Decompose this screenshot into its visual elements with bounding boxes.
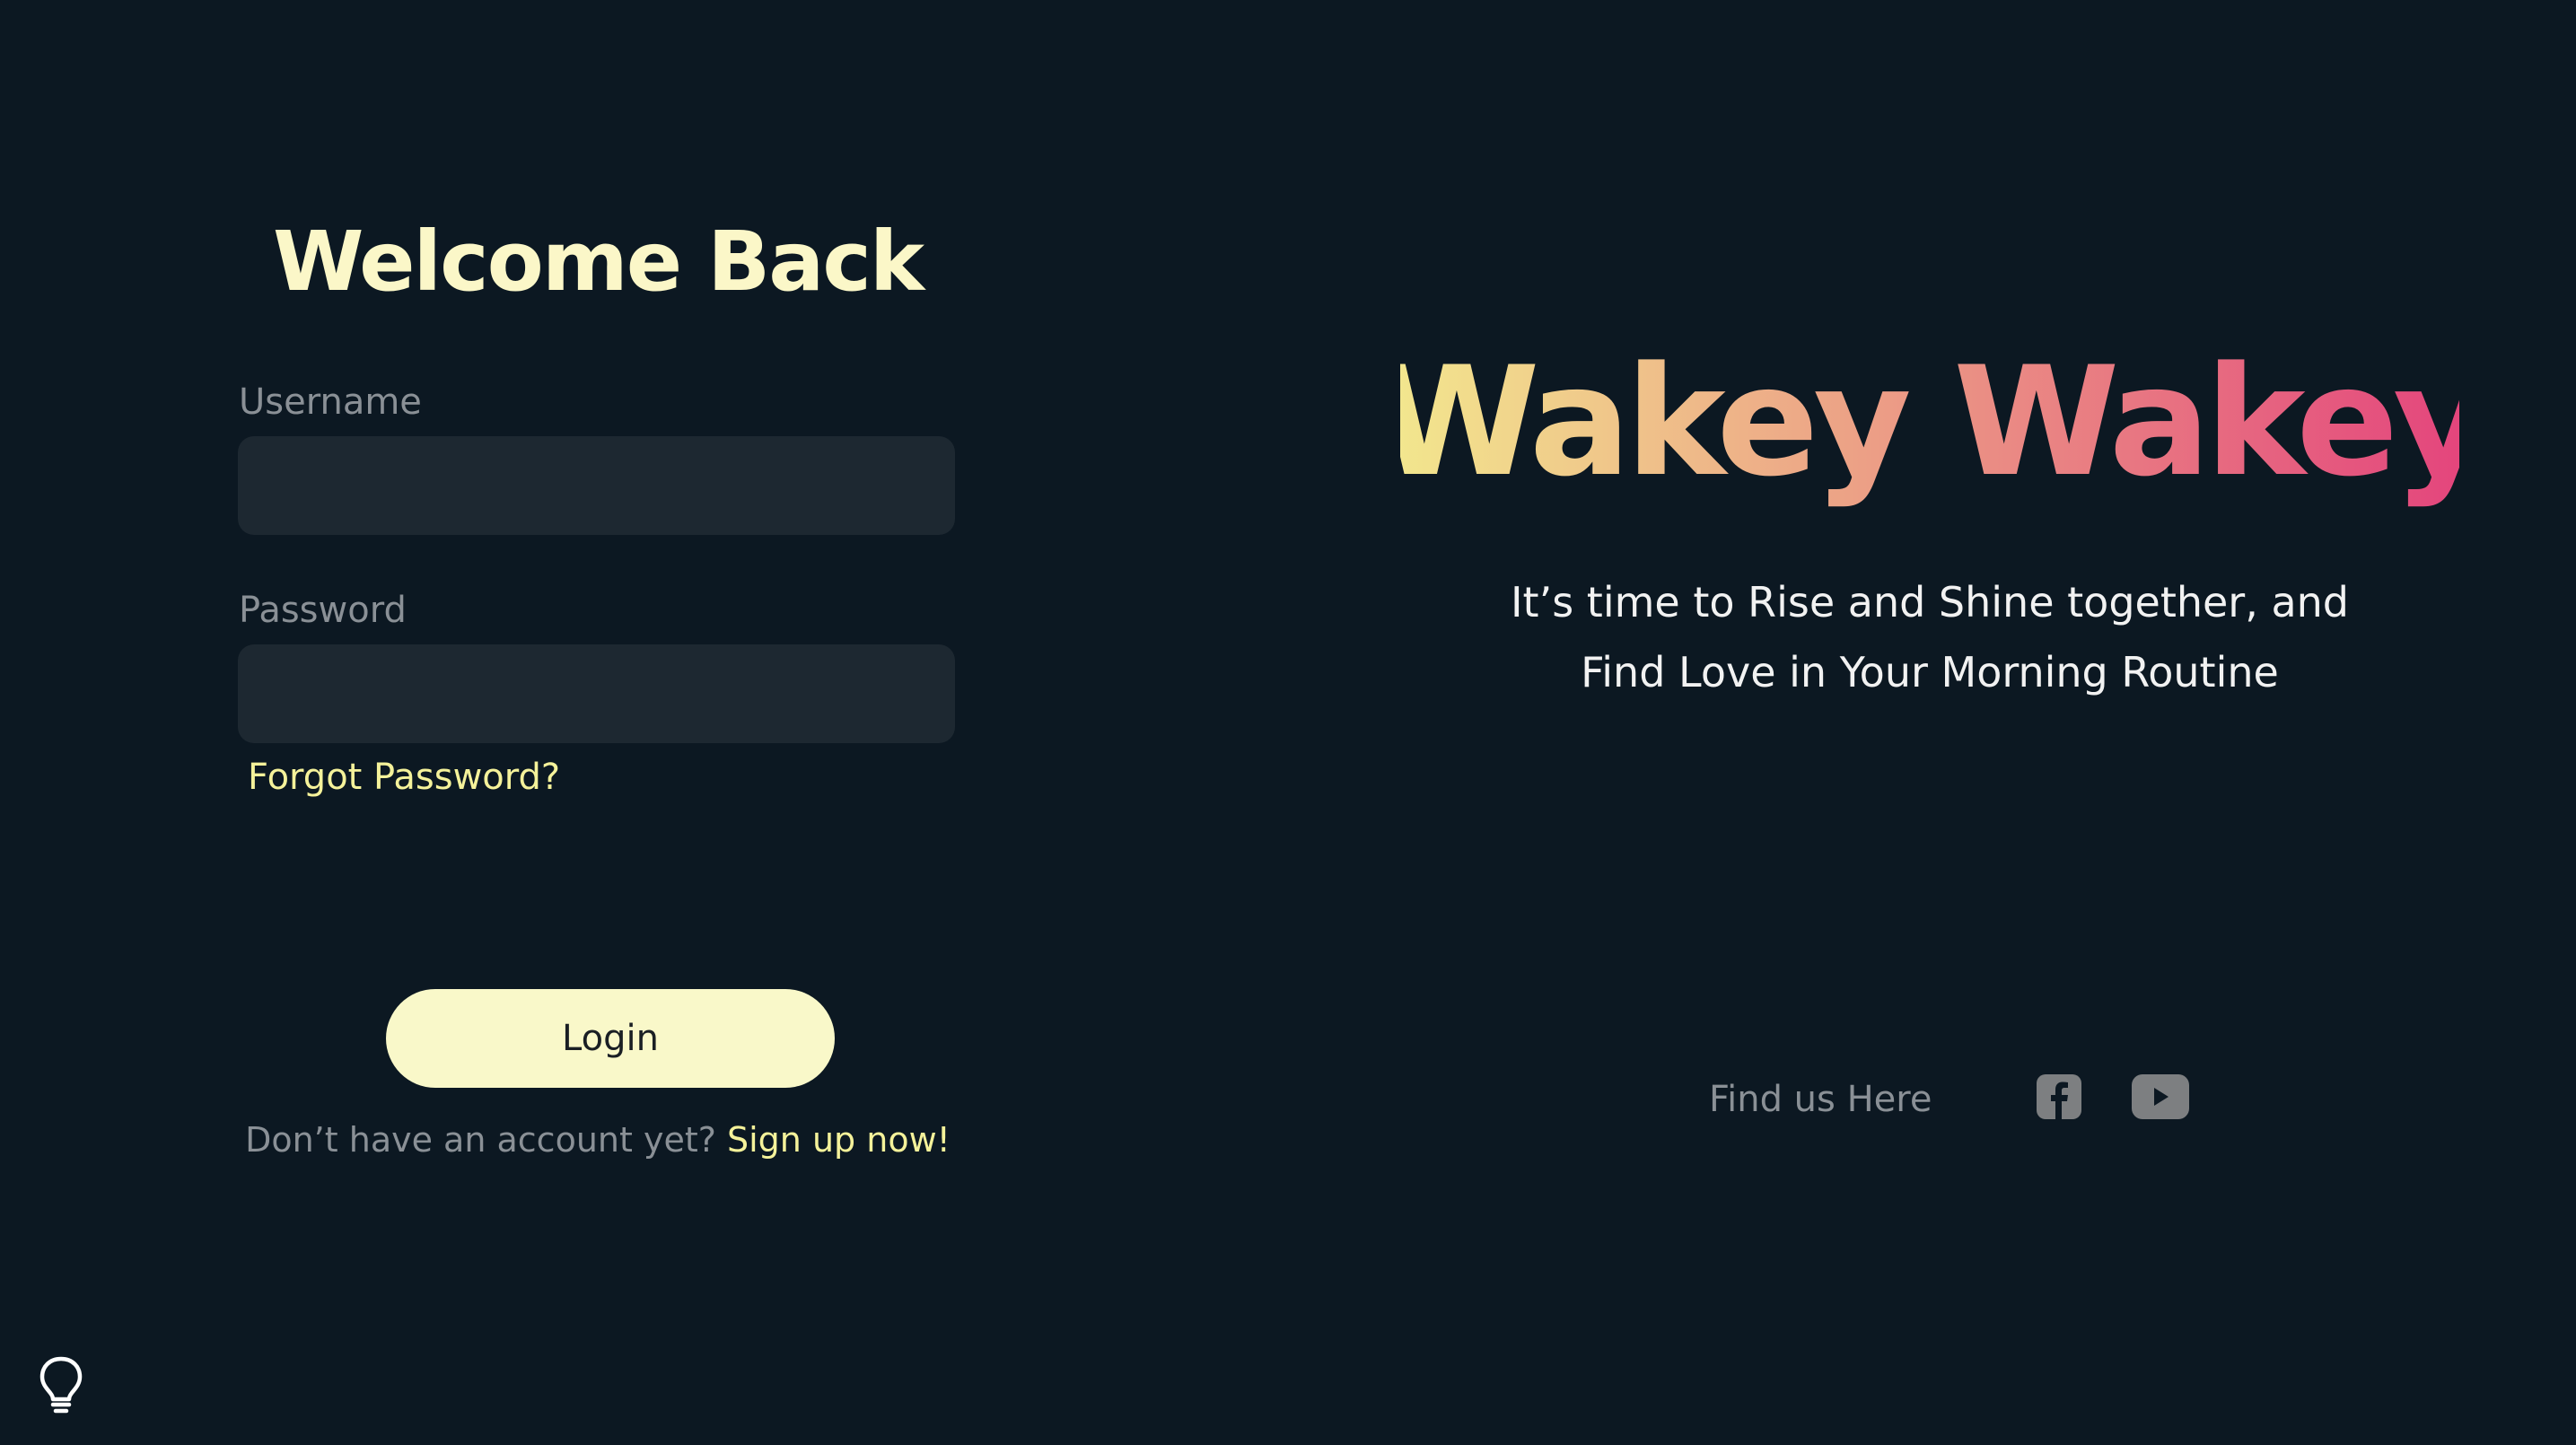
tagline-line-1: It’s time to Rise and Shine together, an… bbox=[1510, 578, 2350, 626]
brand-logo: Wakey Wakey bbox=[1400, 341, 2459, 521]
forgot-password-link[interactable]: Forgot Password? bbox=[248, 757, 560, 798]
signup-prompt: Don’t have an account yet? bbox=[245, 1120, 716, 1160]
brand-name: Wakey Wakey bbox=[1400, 341, 2459, 510]
signup-row: Don’t have an account yet? Sign up now! bbox=[239, 1120, 957, 1160]
signup-link[interactable]: Sign up now! bbox=[727, 1120, 951, 1160]
find-us-label: Find us Here bbox=[1709, 1079, 1932, 1120]
password-input[interactable] bbox=[238, 644, 955, 743]
password-label: Password bbox=[239, 590, 407, 631]
page-title: Welcome Back bbox=[272, 214, 924, 310]
facebook-icon[interactable] bbox=[2036, 1073, 2082, 1124]
youtube-icon[interactable] bbox=[2131, 1073, 2190, 1124]
tagline: It’s time to Rise and Shine together, an… bbox=[1427, 567, 2432, 707]
login-button[interactable]: Login bbox=[386, 989, 835, 1088]
username-label: Username bbox=[239, 381, 422, 423]
tagline-line-2: Find Love in Your Morning Routine bbox=[1581, 648, 2279, 696]
username-input[interactable] bbox=[238, 436, 955, 535]
lightbulb-icon[interactable] bbox=[36, 1353, 86, 1418]
